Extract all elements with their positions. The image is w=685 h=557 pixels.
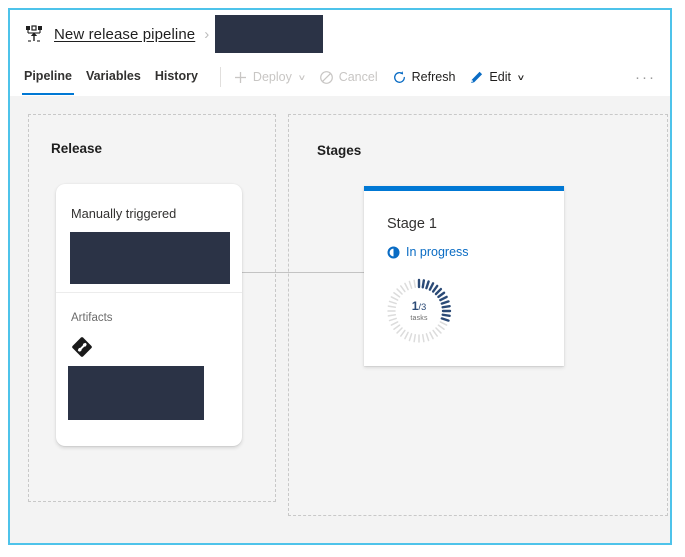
cancel-label: Cancel — [338, 70, 378, 84]
status-badge: In progress — [387, 245, 469, 259]
edit-label: Edit — [489, 70, 511, 84]
pipeline-canvas: Release Stages Manually triggered Artifa… — [10, 96, 670, 543]
app-window: New release pipeline › Pipeline Variable… — [8, 8, 672, 545]
status-text: In progress — [406, 245, 469, 259]
stages-panel-title: Stages — [317, 143, 362, 158]
pipeline-connector-line — [242, 272, 366, 273]
release-panel-title: Release — [51, 141, 103, 156]
stage-title: Stage 1 — [387, 216, 437, 232]
release-pipeline-icon — [22, 22, 46, 46]
artifacts-label: Artifacts — [71, 312, 113, 324]
block-icon — [319, 70, 334, 85]
trigger-label: Manually triggered — [71, 206, 177, 221]
pencil-icon — [469, 70, 484, 85]
tab-variables-label: Variables — [85, 69, 141, 83]
redacted-artifact-name — [68, 366, 204, 420]
toolbar-divider — [219, 67, 221, 87]
edit-button[interactable]: Edit ∨ — [469, 70, 526, 85]
stage-card-status-bar — [364, 186, 564, 191]
refresh-icon — [392, 70, 407, 85]
cancel-button[interactable]: Cancel — [319, 70, 378, 85]
deploy-label: Deploy — [252, 70, 292, 84]
tab-pipeline-label: Pipeline — [24, 69, 72, 83]
deploy-button[interactable]: Deploy ∨ — [233, 70, 307, 85]
deploy-chevron-down-icon: ∨ — [297, 72, 307, 82]
release-card-header: Manually triggered — [56, 184, 242, 292]
tab-variables[interactable]: Variables — [86, 59, 141, 95]
redacted-release-title — [70, 232, 230, 284]
tasks-progress-ring: 1/3 tasks — [386, 278, 452, 344]
plus-icon — [233, 70, 248, 85]
more-options-button[interactable]: ··· — [635, 69, 656, 86]
redacted-release-name — [215, 15, 324, 53]
edit-chevron-down-icon: ∨ — [516, 72, 526, 82]
breadcrumb: New release pipeline › — [10, 10, 670, 58]
git-repo-icon — [71, 336, 93, 358]
tab-history[interactable]: History — [155, 59, 198, 95]
release-card-divider — [56, 292, 242, 293]
canvas-surface: Release Stages Manually triggered Artifa… — [10, 96, 670, 543]
in-progress-clock-icon — [387, 246, 400, 259]
tab-pipeline[interactable]: Pipeline — [22, 59, 74, 95]
breadcrumb-pipeline-link[interactable]: New release pipeline — [54, 26, 195, 43]
stage-card[interactable]: Stage 1 In progress 1/3 tasks — [364, 186, 564, 366]
tab-history-label: History — [154, 69, 198, 83]
toolbar: Pipeline Variables History Deploy ∨ Canc… — [10, 58, 670, 96]
refresh-button[interactable]: Refresh — [392, 70, 456, 85]
refresh-label: Refresh — [411, 70, 456, 84]
release-card[interactable]: Manually triggered Artifacts — [56, 184, 242, 446]
breadcrumb-separator-icon: › — [204, 25, 210, 43]
